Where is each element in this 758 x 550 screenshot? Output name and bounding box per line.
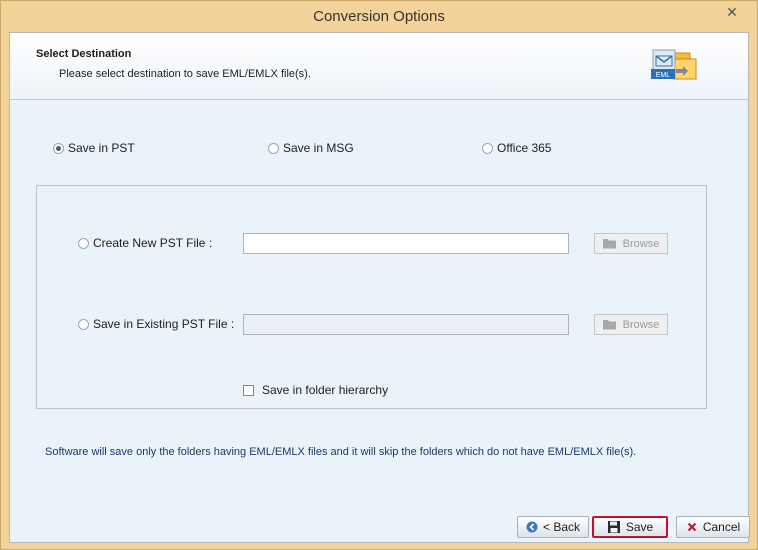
- window-title: Conversion Options: [313, 8, 445, 25]
- existing-pst-input[interactable]: [243, 314, 569, 335]
- back-button[interactable]: < Back: [517, 516, 589, 538]
- office-365-option[interactable]: Office 365: [482, 141, 551, 155]
- save-button[interactable]: Save: [592, 516, 668, 538]
- folder-hierarchy-label: Save in folder hierarchy: [262, 383, 389, 397]
- cancel-x-icon: [687, 522, 697, 532]
- floppy-disk-icon: [607, 521, 620, 533]
- cancel-label: Cancel: [702, 520, 741, 534]
- browse-existing-pst-button[interactable]: Browse: [594, 314, 668, 335]
- content-panel: Save in PST Save in MSG Office 365 Creat…: [10, 100, 750, 542]
- header-subtitle: Please select destination to save EML/EM…: [59, 68, 311, 80]
- radio-save-in-pst[interactable]: [53, 142, 64, 154]
- radio-existing-pst[interactable]: [78, 318, 89, 330]
- save-in-msg-option[interactable]: Save in MSG: [268, 141, 354, 155]
- browse-label: Browse: [622, 318, 660, 331]
- close-icon: ✕: [726, 4, 738, 20]
- create-new-pst-option[interactable]: Create New PST File :: [78, 236, 212, 250]
- close-button[interactable]: ✕: [715, 1, 749, 23]
- info-note: Software will save only the folders havi…: [45, 446, 637, 458]
- logo-text: EML: [656, 72, 671, 79]
- folder-hierarchy-option[interactable]: Save in folder hierarchy: [243, 383, 388, 397]
- create-new-pst-label: Create New PST File :: [93, 236, 213, 250]
- header-title: Select Destination: [36, 48, 132, 60]
- cancel-button[interactable]: Cancel: [676, 516, 750, 538]
- office-365-label: Office 365: [497, 141, 552, 155]
- save-in-pst-label: Save in PST: [68, 141, 135, 155]
- radio-office-365[interactable]: [482, 142, 493, 154]
- title-bar[interactable]: Conversion Options ✕: [1, 1, 757, 31]
- create-new-pst-input[interactable]: [243, 233, 569, 254]
- save-in-msg-label: Save in MSG: [283, 141, 354, 155]
- dialog-client-area: Select Destination Please select destina…: [9, 32, 750, 543]
- browse-label: Browse: [622, 237, 660, 250]
- header-panel: Select Destination Please select destina…: [10, 33, 748, 100]
- save-label: Save: [625, 520, 654, 534]
- browse-new-pst-button[interactable]: Browse: [594, 233, 668, 254]
- existing-pst-label: Save in Existing PST File :: [93, 317, 235, 331]
- folder-icon: [602, 320, 616, 330]
- folder-icon: [602, 239, 616, 249]
- back-label: < Back: [542, 520, 581, 534]
- existing-pst-option[interactable]: Save in Existing PST File :: [78, 317, 234, 331]
- save-in-pst-option[interactable]: Save in PST: [53, 141, 135, 155]
- pst-options-group: Create New PST File : Browse Save in Exi…: [36, 185, 707, 409]
- eml-logo-icon: EML: [651, 49, 697, 80]
- folder-hierarchy-checkbox[interactable]: [243, 384, 254, 396]
- conversion-options-window: Conversion Options ✕ Select Destination …: [0, 0, 758, 550]
- radio-save-in-msg[interactable]: [268, 142, 279, 154]
- back-arrow-icon: [526, 521, 538, 533]
- radio-create-new-pst[interactable]: [78, 237, 89, 249]
